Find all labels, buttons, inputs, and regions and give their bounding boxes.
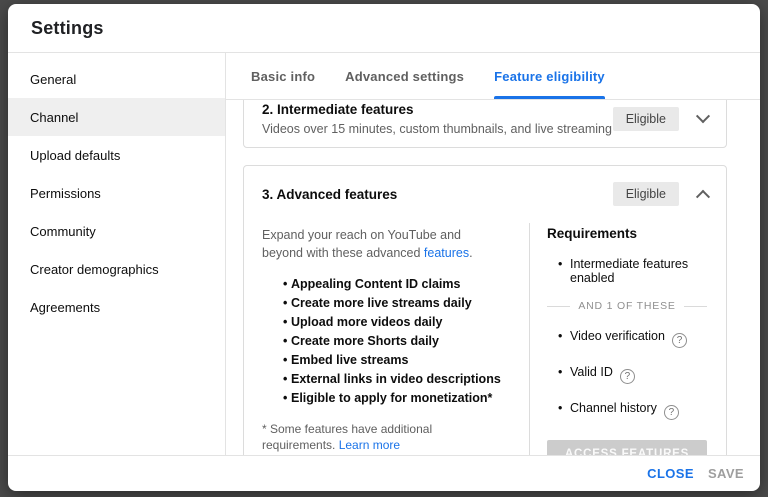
tab-feature-eligibility[interactable]: Feature eligibility	[494, 53, 605, 99]
close-button[interactable]: CLOSE	[647, 466, 694, 481]
save-button[interactable]: SAVE	[708, 466, 744, 481]
sidebar-item-community[interactable]: Community	[8, 212, 225, 250]
intro-paragraph: Expand your reach on YouTube and beyond …	[262, 226, 504, 262]
dialog-title: Settings	[31, 18, 104, 39]
modal-overlay: Settings General Channel Upload defaults…	[0, 0, 768, 497]
dialog-header: Settings	[8, 4, 760, 53]
sidebar-item-channel[interactable]: Channel	[8, 98, 225, 136]
help-question-icon[interactable]: ?	[672, 333, 687, 348]
intermediate-features-header[interactable]: 2. Intermediate features Videos over 15 …	[262, 102, 708, 136]
status-badge-eligible: Eligible	[613, 182, 679, 206]
tab-advanced-settings[interactable]: Advanced settings	[345, 53, 464, 99]
advanced-features-title: 3. Advanced features	[262, 187, 397, 202]
intermediate-features-card: 2. Intermediate features Videos over 15 …	[243, 100, 727, 148]
intermediate-features-title: 2. Intermediate features	[262, 102, 612, 117]
sidebar-item-general[interactable]: General	[8, 60, 225, 98]
requirement-option-valid-id: Valid ID?	[547, 365, 707, 384]
footnote: * Some features have additional requirem…	[262, 421, 500, 453]
and-one-of-these-divider: AND 1 OF THESE	[547, 300, 707, 312]
intermediate-features-subtitle: Videos over 15 minutes, custom thumbnail…	[262, 122, 612, 136]
dialog-footer: CLOSE SAVE	[8, 455, 760, 491]
feature-eligibility-panel: 2. Intermediate features Videos over 15 …	[226, 100, 760, 455]
tab-bar: Basic info Advanced settings Feature eli…	[226, 53, 760, 100]
learn-more-link[interactable]: Learn more	[339, 438, 400, 452]
requirement-primary: Intermediate features enabled	[547, 257, 707, 285]
status-badge-eligible: Eligible	[613, 107, 679, 131]
settings-dialog: Settings General Channel Upload defaults…	[8, 4, 760, 491]
access-features-button[interactable]: ACCESS FEATURES	[547, 440, 707, 455]
dialog-body: General Channel Upload defaults Permissi…	[8, 53, 760, 455]
advanced-features-card: 3. Advanced features Eligible Expand you…	[243, 165, 727, 455]
channel-settings-content: Basic info Advanced settings Feature eli…	[226, 53, 760, 455]
sidebar-item-agreements[interactable]: Agreements	[8, 288, 225, 326]
requirement-option-video-verification: Video verification?	[547, 329, 707, 348]
feature-item: Upload more videos daily	[262, 313, 509, 332]
advanced-features-description: Expand your reach on YouTube and beyond …	[244, 223, 529, 455]
divider-label: AND 1 OF THESE	[570, 300, 683, 312]
chevron-down-icon[interactable]	[696, 109, 710, 123]
feature-item: Create more live streams daily	[262, 294, 509, 313]
settings-sidebar: General Channel Upload defaults Permissi…	[8, 53, 226, 455]
features-link[interactable]: features	[424, 246, 469, 260]
advanced-features-list: Appealing Content ID claims Create more …	[262, 275, 509, 408]
advanced-features-detail: Expand your reach on YouTube and beyond …	[244, 223, 726, 455]
requirements-panel: Requirements Intermediate features enabl…	[529, 223, 727, 455]
sidebar-item-permissions[interactable]: Permissions	[8, 174, 225, 212]
requirements-heading: Requirements	[547, 226, 707, 241]
help-question-icon[interactable]: ?	[620, 369, 635, 384]
feature-item: External links in video descriptions	[262, 370, 509, 389]
help-question-icon[interactable]: ?	[664, 405, 679, 420]
sidebar-item-upload-defaults[interactable]: Upload defaults	[8, 136, 225, 174]
feature-item: Appealing Content ID claims	[262, 275, 509, 294]
advanced-features-header[interactable]: 3. Advanced features Eligible	[244, 166, 726, 215]
tab-basic-info[interactable]: Basic info	[251, 53, 315, 99]
feature-item: Embed live streams	[262, 351, 509, 370]
feature-item: Eligible to apply for monetization*	[262, 389, 509, 408]
requirement-option-channel-history: Channel history?	[547, 401, 707, 420]
chevron-up-icon[interactable]	[696, 190, 710, 204]
sidebar-item-creator-demographics[interactable]: Creator demographics	[8, 250, 225, 288]
feature-item: Create more Shorts daily	[262, 332, 509, 351]
